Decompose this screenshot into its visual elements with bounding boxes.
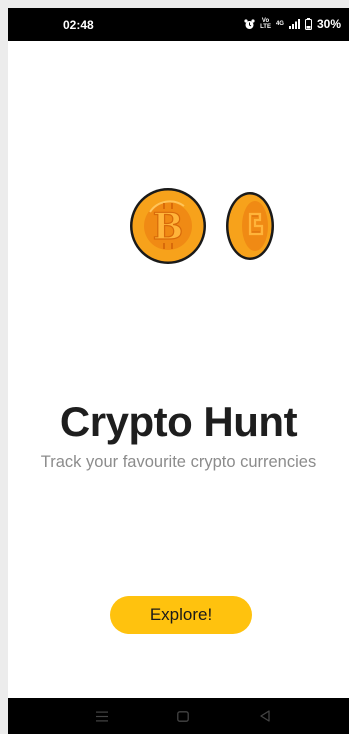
app-screen: 02:48 Vo LTE 4G 30% B Crypto Hunt Track …: [8, 8, 349, 734]
status-icons: Vo LTE 4G 30%: [244, 17, 341, 31]
network-4g-icon: 4G: [275, 21, 284, 27]
battery-percent: 30%: [316, 17, 341, 31]
bitcoin-coin-icon: B: [130, 188, 206, 264]
volte-icon: Vo LTE: [260, 18, 271, 30]
status-bar: 02:48 Vo LTE 4G 30%: [8, 8, 349, 41]
system-navigation-bar: [8, 698, 349, 734]
battery-icon: [304, 18, 312, 30]
explore-button[interactable]: Explore!: [110, 596, 252, 634]
menu-icon[interactable]: [93, 708, 111, 724]
back-icon[interactable]: [256, 708, 274, 724]
alarm-icon: [244, 18, 255, 30]
status-time: 02:48: [63, 18, 94, 32]
app-title: Crypto Hunt: [59, 398, 298, 445]
app-logo: B: [126, 186, 276, 276]
app-subtitle: Track your favourite crypto currencies: [40, 453, 317, 471]
svg-text:B: B: [153, 206, 183, 248]
coin-edge-icon: [226, 192, 274, 260]
home-icon[interactable]: [174, 708, 192, 724]
signal-icon: [288, 19, 300, 29]
